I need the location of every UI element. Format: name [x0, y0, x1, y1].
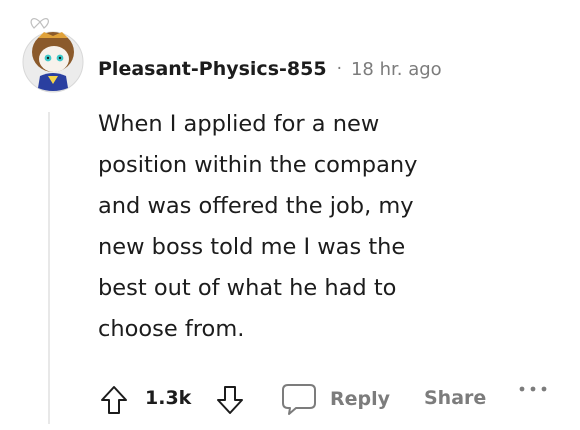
- downvote-button[interactable]: [212, 383, 248, 417]
- timestamp[interactable]: 18 hr. ago: [351, 59, 442, 80]
- reply-label: Reply: [330, 388, 391, 410]
- comment-line: position within the company: [98, 152, 418, 178]
- ellipsis-icon: [519, 386, 547, 392]
- comment-meta: Pleasant-Physics-855 · 18 hr. ago: [98, 53, 442, 85]
- comment-actions: 1.3k Reply Share: [0, 375, 580, 421]
- more-options-button[interactable]: [516, 379, 552, 399]
- meta-separator: ·: [336, 59, 342, 79]
- comment-line: new boss told me I was the: [98, 234, 406, 260]
- comment-line: When I applied for a new: [98, 111, 380, 137]
- speech-bubble-icon: [282, 384, 316, 415]
- comment-line: best out of what he had to: [98, 275, 397, 301]
- user-avatar[interactable]: [22, 14, 84, 100]
- share-button[interactable]: Share: [424, 387, 486, 409]
- comment: Pleasant-Physics-855 · 18 hr. ago When I…: [0, 0, 580, 430]
- arrow-up-outline-icon: [101, 386, 127, 414]
- comment-body: When I applied for a new position within…: [98, 104, 538, 350]
- arrow-down-outline-icon: [217, 386, 243, 414]
- vote-score: 1.3k: [145, 387, 192, 409]
- comment-line: choose from.: [98, 316, 245, 342]
- comment-line: and was offered the job, my: [98, 193, 414, 219]
- reply-button[interactable]: Reply: [280, 379, 390, 419]
- upvote-button[interactable]: [96, 383, 132, 417]
- username[interactable]: Pleasant-Physics-855: [98, 58, 327, 80]
